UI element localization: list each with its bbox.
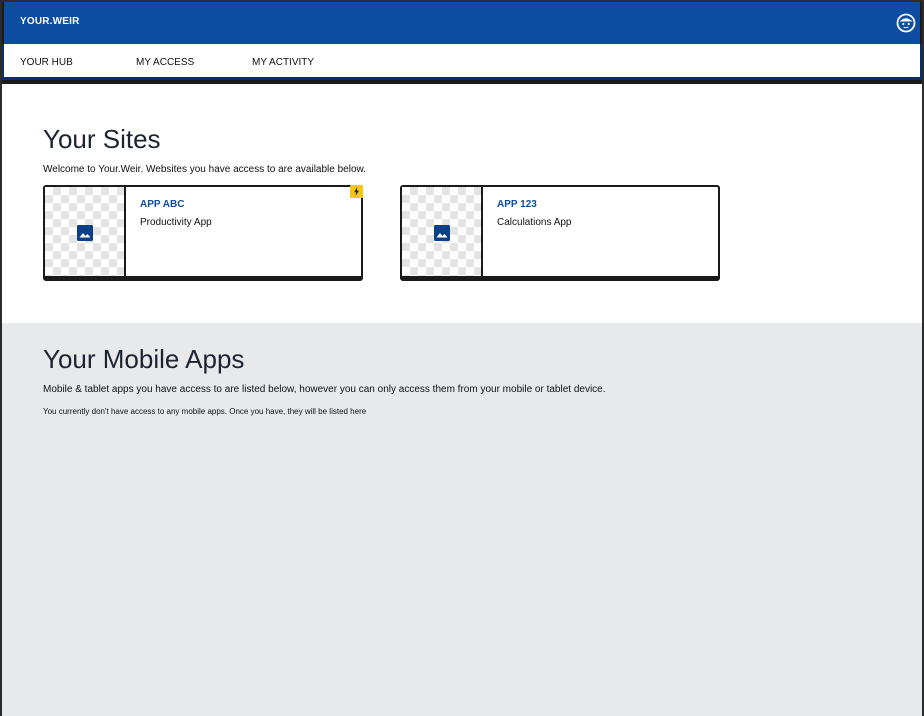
- nav-my-access[interactable]: MY ACCESS: [136, 57, 194, 68]
- mobile-apps-empty-note: You currently don't have access to any m…: [43, 407, 367, 416]
- sites-title: Your Sites: [43, 124, 161, 154]
- user-face-icon[interactable]: [896, 13, 916, 33]
- card-title: APP ABC: [140, 199, 185, 210]
- image-icon: [77, 225, 93, 241]
- card-subtitle: Productivity App: [140, 217, 212, 228]
- nav-my-activity[interactable]: MY ACTIVITY: [252, 57, 314, 68]
- mobile-apps-title: Your Mobile Apps: [43, 344, 245, 374]
- top-bar: YOUR.WEIR: [2, 2, 922, 44]
- app-window: YOUR.WEIR YOUR HUB MY ACCESS MY ACTIVITY…: [2, 2, 922, 716]
- card-title: APP 123: [497, 199, 537, 210]
- lightning-bolt-icon: [350, 185, 363, 198]
- brand-logo[interactable]: YOUR.WEIR: [20, 16, 80, 27]
- site-card-app-123[interactable]: APP 123 Calculations App: [400, 185, 720, 281]
- sites-description: Welcome to Your.Weir. Websites you have …: [43, 164, 366, 175]
- sites-section: Your Sites Welcome to Your.Weir. Website…: [2, 84, 922, 323]
- main-nav: YOUR HUB MY ACCESS MY ACTIVITY: [2, 44, 922, 80]
- image-icon: [434, 225, 450, 241]
- mobile-apps-description: Mobile & tablet apps you have access to …: [43, 384, 606, 395]
- card-thumbnail: [45, 187, 126, 276]
- card-thumbnail: [402, 187, 483, 276]
- site-card-app-abc[interactable]: APP ABC Productivity App: [43, 185, 363, 281]
- mobile-apps-section: Your Mobile Apps Mobile & tablet apps yo…: [2, 323, 922, 716]
- nav-your-hub[interactable]: YOUR HUB: [20, 57, 73, 68]
- card-subtitle: Calculations App: [497, 217, 572, 228]
- dropdown-pointer: [906, 44, 916, 49]
